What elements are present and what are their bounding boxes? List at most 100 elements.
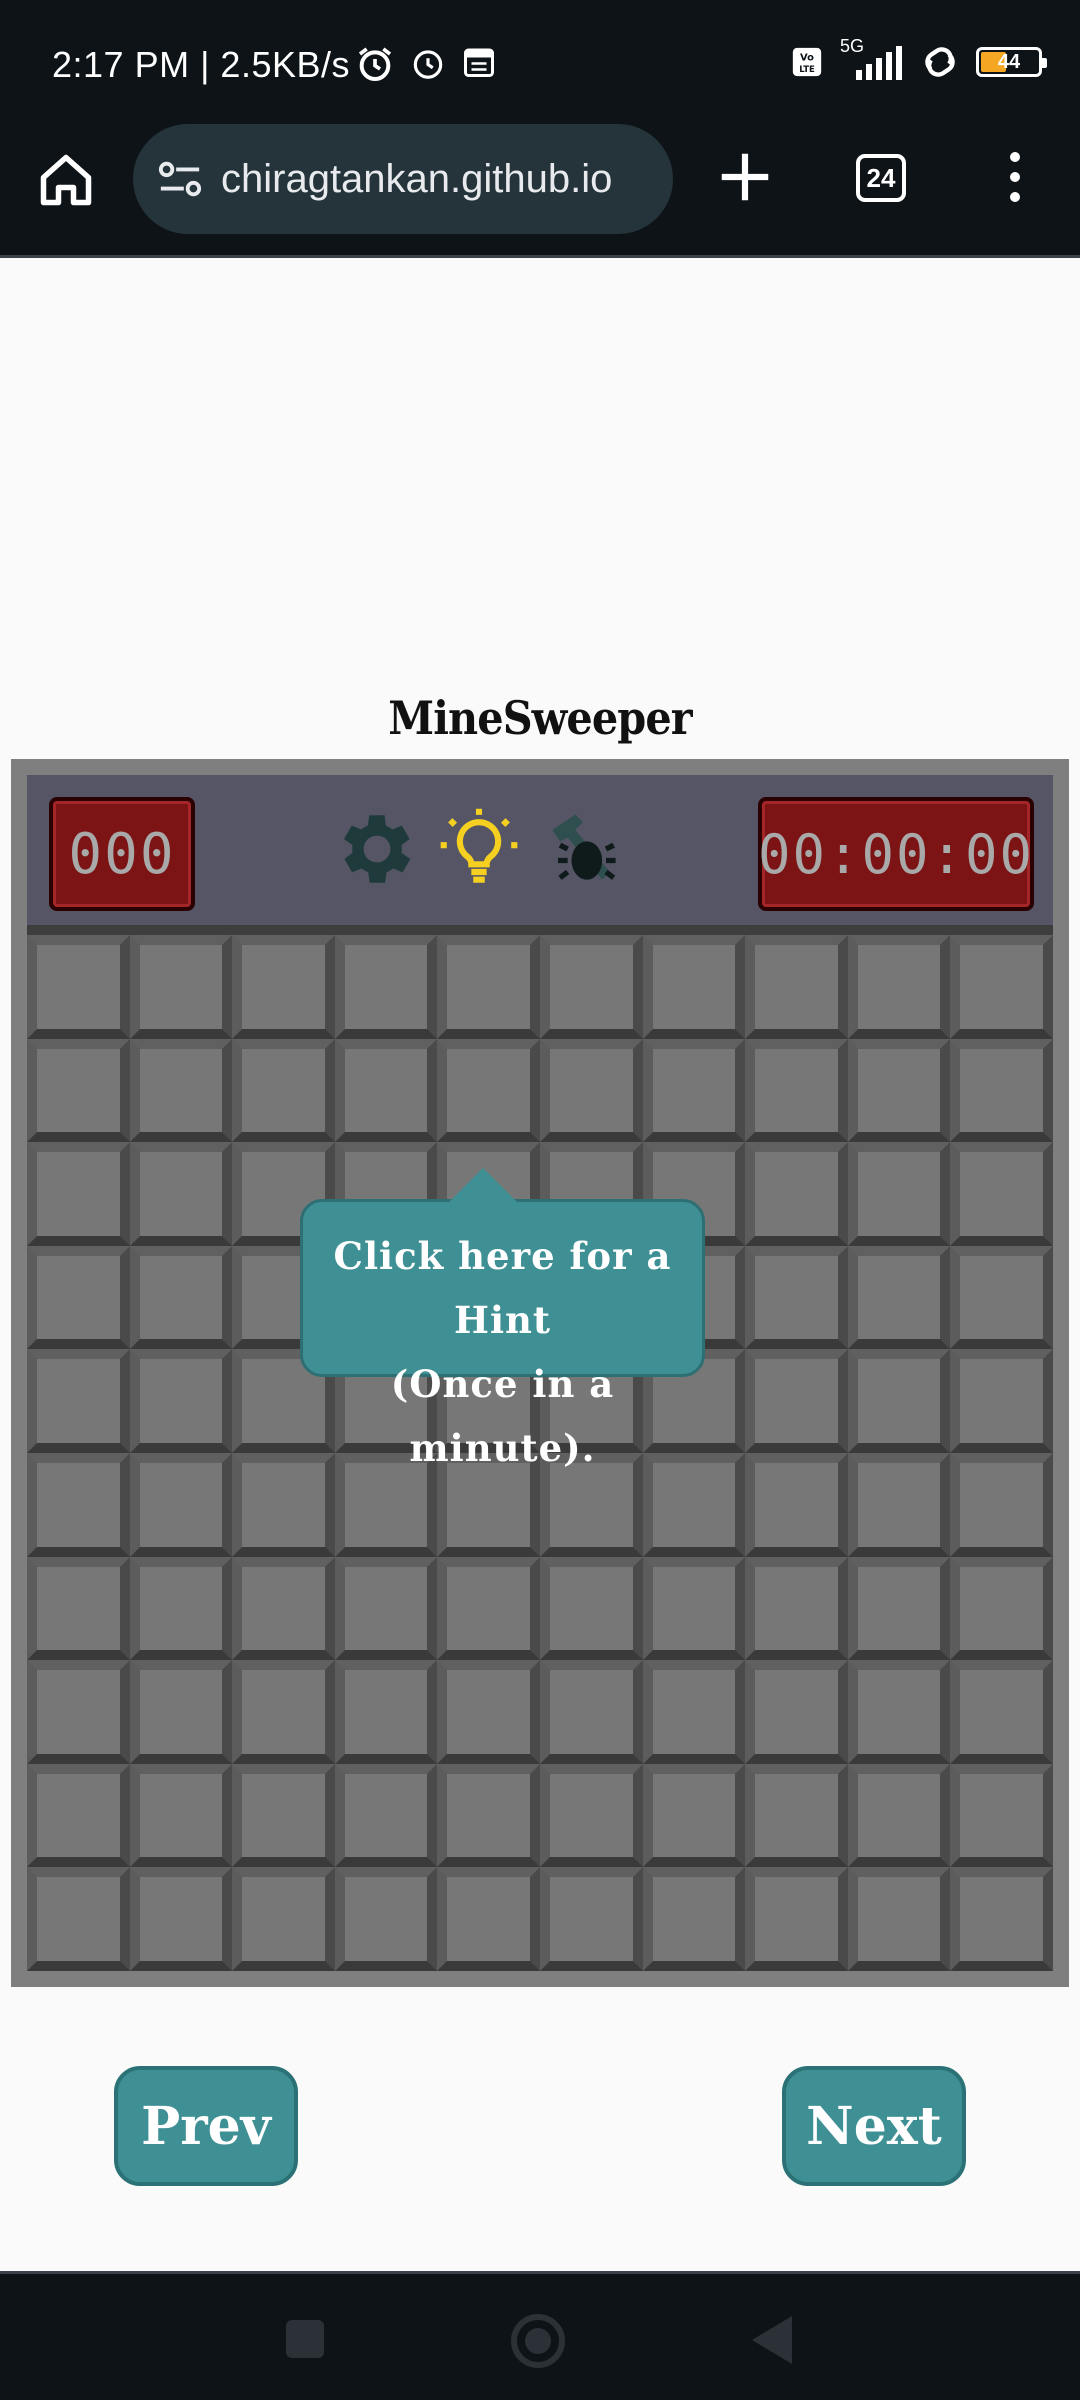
mine-cell[interactable] — [129, 1142, 233, 1246]
mine-cell[interactable] — [950, 1142, 1053, 1246]
mine-cell[interactable] — [847, 1245, 951, 1350]
mine-cell[interactable] — [745, 1763, 848, 1868]
mine-cell[interactable] — [847, 935, 951, 1039]
mine-cell[interactable] — [334, 1867, 438, 1971]
mine-cell[interactable] — [437, 1660, 540, 1764]
mine-cell[interactable] — [642, 1867, 746, 1971]
hint-tooltip: Click here for a Hint (Once in a minute)… — [300, 1168, 705, 1470]
mine-cell[interactable] — [129, 935, 233, 1039]
mine-cell[interactable] — [437, 1763, 540, 1868]
gear-icon[interactable] — [331, 803, 423, 895]
mine-cell[interactable] — [950, 1763, 1053, 1868]
mine-cell[interactable] — [27, 1452, 130, 1557]
site-settings-icon[interactable] — [157, 159, 203, 199]
mine-cell[interactable] — [334, 1660, 438, 1764]
mine-cell[interactable] — [642, 1763, 746, 1868]
mine-cell[interactable] — [745, 1038, 848, 1143]
url-bar[interactable]: chiragtankan.github.io — [133, 124, 673, 234]
mine-cell[interactable] — [232, 935, 335, 1039]
mine-cell[interactable] — [539, 1556, 643, 1661]
mine-cell[interactable] — [232, 1038, 335, 1143]
tab-switcher-button[interactable]: 24 — [856, 154, 906, 202]
mine-cell[interactable] — [950, 1867, 1053, 1971]
mine-cell[interactable] — [847, 1452, 951, 1557]
mine-cell[interactable] — [27, 1556, 130, 1661]
mine-cell[interactable] — [950, 1556, 1053, 1661]
mine-cell[interactable] — [27, 1763, 130, 1868]
mine-cell[interactable] — [539, 1038, 643, 1143]
mine-cell[interactable] — [950, 935, 1053, 1039]
mine-cell[interactable] — [847, 1660, 951, 1764]
mine-cell[interactable] — [334, 1556, 438, 1661]
mine-cell[interactable] — [950, 1660, 1053, 1764]
mine-cell[interactable] — [642, 1660, 746, 1764]
url-text: chiragtankan.github.io — [221, 156, 613, 201]
mine-cell[interactable] — [27, 1349, 130, 1453]
mine-cell[interactable] — [847, 1038, 951, 1143]
mine-cell[interactable] — [129, 1452, 233, 1557]
prev-button[interactable]: Prev — [114, 2066, 298, 2186]
mine-cell[interactable] — [539, 1867, 643, 1971]
recent-apps-button[interactable] — [286, 2320, 324, 2358]
home-icon[interactable] — [36, 150, 96, 210]
mine-cell[interactable] — [745, 935, 848, 1039]
mine-cell[interactable] — [27, 1142, 130, 1246]
mine-cell[interactable] — [232, 1763, 335, 1868]
mine-cell[interactable] — [437, 935, 540, 1039]
mine-cell[interactable] — [129, 1867, 233, 1971]
hotspot-link-icon — [925, 47, 955, 77]
mine-cell[interactable] — [27, 1660, 130, 1764]
mine-cell[interactable] — [129, 1660, 233, 1764]
mine-cell[interactable] — [437, 1038, 540, 1143]
mine-cell[interactable] — [129, 1763, 233, 1868]
mine-cell[interactable] — [847, 1556, 951, 1661]
mine-cell[interactable] — [27, 1867, 130, 1971]
mine-cell[interactable] — [334, 935, 438, 1039]
mine-cell[interactable] — [129, 1245, 233, 1350]
mine-cell[interactable] — [539, 1660, 643, 1764]
mine-cell[interactable] — [745, 1660, 848, 1764]
mine-cell[interactable] — [232, 1867, 335, 1971]
mine-cell[interactable] — [334, 1763, 438, 1868]
lightbulb-icon[interactable] — [433, 803, 525, 895]
mine-cell[interactable] — [745, 1452, 848, 1557]
mine-cell[interactable] — [847, 1349, 951, 1453]
system-home-button[interactable] — [511, 2314, 565, 2368]
mine-cell[interactable] — [950, 1349, 1053, 1453]
web-page: MineSweeper 000 00:00:00 Click here for … — [0, 261, 1080, 2271]
mine-cell[interactable] — [539, 935, 643, 1039]
mine-cell[interactable] — [27, 1245, 130, 1350]
bug-hammer-icon[interactable] — [537, 803, 629, 895]
mine-cell[interactable] — [27, 1038, 130, 1143]
mine-cell[interactable] — [437, 1556, 540, 1661]
mine-cell[interactable] — [642, 935, 746, 1039]
back-button[interactable] — [752, 2316, 792, 2364]
mine-cell[interactable] — [129, 1349, 233, 1453]
mine-cell[interactable] — [334, 1038, 438, 1143]
mine-cell[interactable] — [950, 1452, 1053, 1557]
mine-cell[interactable] — [950, 1038, 1053, 1143]
more-menu-icon[interactable] — [1000, 146, 1030, 208]
mine-cell[interactable] — [437, 1867, 540, 1971]
new-tab-icon[interactable] — [714, 146, 776, 208]
mine-cell[interactable] — [539, 1763, 643, 1868]
mine-cell[interactable] — [27, 935, 130, 1039]
mine-cell[interactable] — [232, 1556, 335, 1661]
signal-strength-icon: 5G — [838, 36, 904, 82]
mine-cell[interactable] — [745, 1867, 848, 1971]
mine-cell[interactable] — [745, 1349, 848, 1453]
mine-cell[interactable] — [642, 1038, 746, 1143]
mine-cell[interactable] — [232, 1660, 335, 1764]
mine-cell[interactable] — [847, 1867, 951, 1971]
mine-cell[interactable] — [129, 1556, 233, 1661]
system-nav-bar — [0, 2271, 1080, 2400]
next-button[interactable]: Next — [782, 2066, 966, 2186]
mine-cell[interactable] — [129, 1038, 233, 1143]
mine-cell[interactable] — [642, 1556, 746, 1661]
mine-cell[interactable] — [745, 1556, 848, 1661]
mine-cell[interactable] — [745, 1142, 848, 1246]
mine-cell[interactable] — [847, 1142, 951, 1246]
mine-cell[interactable] — [950, 1245, 1053, 1350]
mine-cell[interactable] — [745, 1245, 848, 1350]
mine-cell[interactable] — [847, 1763, 951, 1868]
